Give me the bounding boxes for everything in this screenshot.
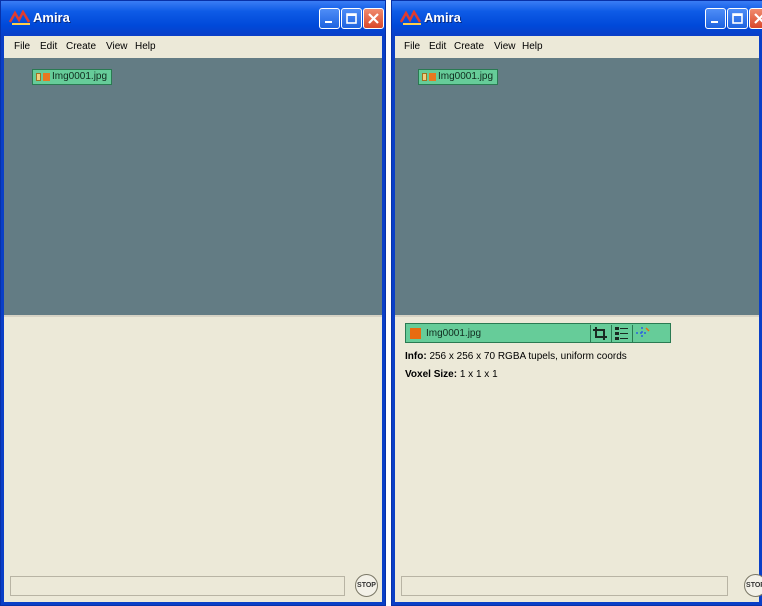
voxel-size-label: Voxel Size: <box>405 369 458 380</box>
status-bar <box>401 576 728 596</box>
module-title: Img0001.jpg <box>426 328 482 339</box>
menu-bar: File Edit Create View Help <box>4 36 382 58</box>
parameter-editor-icon <box>615 327 628 340</box>
amira-logo-icon <box>9 10 31 25</box>
menu-help[interactable]: Help <box>522 41 543 52</box>
object-pool[interactable]: Img0001.jpg <box>4 58 382 317</box>
properties-area: Img0001.jpg Info: 256 x 256 x 70 RGBA tu… <box>395 317 762 602</box>
menu-view[interactable]: View <box>494 41 516 52</box>
module-header[interactable]: Img0001.jpg <box>405 323 671 343</box>
title-bar[interactable]: Amira <box>392 1 762 36</box>
close-icon <box>368 13 379 24</box>
properties-area: STOP <box>4 317 382 602</box>
minimize-icon <box>711 21 718 23</box>
title-bar[interactable]: Amira <box>1 1 385 36</box>
menu-bar: File Edit Create View Help <box>395 36 759 58</box>
menu-edit[interactable]: Edit <box>40 41 57 52</box>
window-title: Amira <box>33 10 70 25</box>
maximize-button[interactable] <box>341 8 362 29</box>
info-line: Info: 256 x 256 x 70 RGBA tupels, unifor… <box>405 351 627 362</box>
window-title: Amira <box>424 10 461 25</box>
menu-file[interactable]: File <box>14 41 30 52</box>
node-viewer-toggle[interactable] <box>422 73 427 81</box>
data-object-node[interactable]: Img0001.jpg <box>32 69 112 85</box>
transform-icon <box>636 327 650 339</box>
node-label: Img0001.jpg <box>438 71 494 82</box>
parameter-editor-button[interactable] <box>611 325 631 342</box>
node-color-swatch <box>429 73 436 81</box>
object-pool[interactable]: Img0001.jpg <box>395 58 759 317</box>
menu-file[interactable]: File <box>404 41 420 52</box>
maximize-icon <box>346 13 357 24</box>
amira-logo-icon <box>400 10 422 25</box>
crop-editor-button[interactable] <box>590 325 610 342</box>
maximize-icon <box>732 13 743 24</box>
stop-button[interactable]: STOP <box>355 574 378 597</box>
amira-window-left: Amira File Edit Create View Help Img0001… <box>0 0 386 606</box>
minimize-button[interactable] <box>319 8 340 29</box>
info-label: Info: <box>405 351 427 362</box>
close-icon <box>754 13 762 24</box>
node-label: Img0001.jpg <box>52 71 108 82</box>
crop-icon <box>593 327 607 340</box>
amira-window-right: Amira File Edit Create View Help Img0001… <box>391 0 762 606</box>
status-bar <box>10 576 345 596</box>
node-color-swatch <box>43 73 50 81</box>
transform-editor-button[interactable] <box>632 325 652 342</box>
menu-view[interactable]: View <box>106 41 128 52</box>
menu-create[interactable]: Create <box>454 41 484 52</box>
minimize-icon <box>325 21 332 23</box>
info-value: 256 x 256 x 70 RGBA tupels, uniform coor… <box>429 351 627 362</box>
node-viewer-toggle[interactable] <box>36 73 41 81</box>
stop-button[interactable]: STOP <box>744 574 762 597</box>
maximize-button[interactable] <box>727 8 748 29</box>
data-object-node[interactable]: Img0001.jpg <box>418 69 498 85</box>
voxel-size-line: Voxel Size: 1 x 1 x 1 <box>405 369 498 380</box>
module-checkbox[interactable] <box>410 328 421 339</box>
close-button[interactable] <box>749 8 762 29</box>
voxel-size-value: 1 x 1 x 1 <box>459 369 498 380</box>
minimize-button[interactable] <box>705 8 726 29</box>
menu-help[interactable]: Help <box>135 41 156 52</box>
menu-create[interactable]: Create <box>66 41 96 52</box>
menu-edit[interactable]: Edit <box>429 41 446 52</box>
close-button[interactable] <box>363 8 384 29</box>
